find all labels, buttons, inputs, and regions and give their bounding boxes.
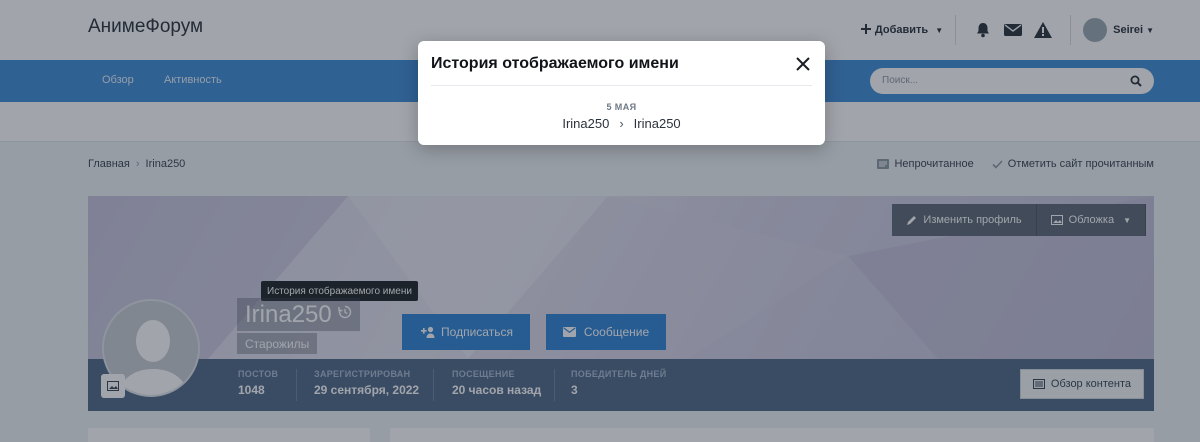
- close-icon[interactable]: [795, 56, 811, 72]
- history-entry: Irina250 › Irina250: [418, 116, 825, 131]
- new-name: Irina250: [633, 116, 681, 131]
- history-date: 5 МАЯ: [606, 102, 637, 112]
- old-name: Irina250: [562, 116, 610, 131]
- chevron-right-icon: ›: [619, 116, 624, 131]
- divider: [431, 85, 812, 86]
- display-name-history-dialog: История отображаемого имени 5 МАЯ Irina2…: [418, 41, 825, 145]
- dialog-title: История отображаемого имени: [431, 55, 679, 72]
